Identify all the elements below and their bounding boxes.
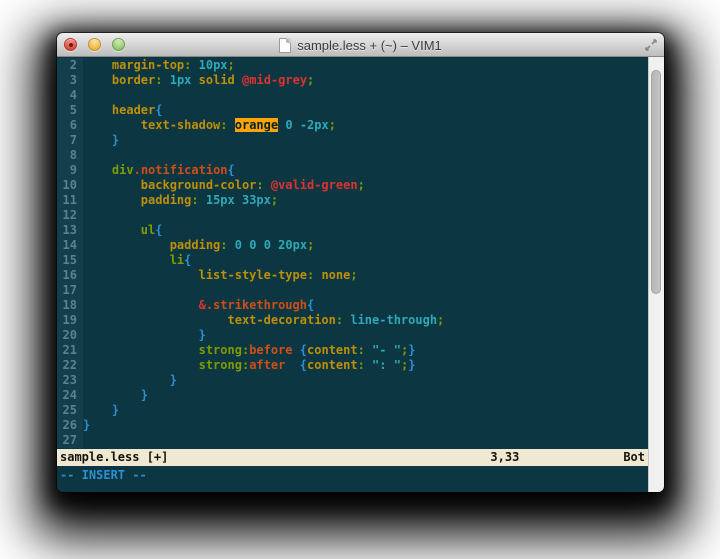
- code-line[interactable]: 22 strong:after {content: ": ";}: [57, 358, 648, 373]
- code-text: [83, 208, 648, 223]
- code-line[interactable]: 26}: [57, 418, 648, 433]
- code-text: text-decoration: line-through;: [83, 313, 648, 328]
- code-line[interactable]: 11 padding: 15px 33px;: [57, 193, 648, 208]
- line-number: 21: [57, 343, 83, 358]
- line-number: 13: [57, 223, 83, 238]
- code-line[interactable]: 12: [57, 208, 648, 223]
- code-line[interactable]: 8: [57, 148, 648, 163]
- code-text: ul{: [83, 223, 648, 238]
- line-number: 2: [57, 58, 83, 73]
- line-number: 20: [57, 328, 83, 343]
- code-text: strong:before {content: "- ";}: [83, 343, 648, 358]
- code-text: }: [83, 388, 648, 403]
- statusline-filename: sample.less [+]: [60, 449, 168, 466]
- code-line[interactable]: 17: [57, 283, 648, 298]
- desktop: sample.less + (~) – VIM1 2 margin-top: 1…: [0, 0, 720, 559]
- line-number: 8: [57, 148, 83, 163]
- window-title: sample.less + (~) – VIM1: [297, 38, 442, 53]
- line-number: 22: [57, 358, 83, 373]
- code-text: [83, 88, 648, 103]
- line-number: 14: [57, 238, 83, 253]
- code-line[interactable]: 18 &.strikethrough{: [57, 298, 648, 313]
- line-number: 17: [57, 283, 83, 298]
- vertical-scrollbar[interactable]: [648, 57, 664, 492]
- line-number: 4: [57, 88, 83, 103]
- line-number: 25: [57, 403, 83, 418]
- line-number: 24: [57, 388, 83, 403]
- code-line[interactable]: 9 div.notification{: [57, 163, 648, 178]
- line-number: 12: [57, 208, 83, 223]
- code-text: border: 1px solid @mid-grey;: [83, 73, 648, 88]
- code-line[interactable]: 3 border: 1px solid @mid-grey;: [57, 73, 648, 88]
- code-line[interactable]: 6 text-shadow: orange 0 -2px;: [57, 118, 648, 133]
- line-number: 15: [57, 253, 83, 268]
- code-text: }: [83, 418, 648, 433]
- code-line[interactable]: 24 }: [57, 388, 648, 403]
- editor-pane: 2 margin-top: 10px;3 border: 1px solid @…: [57, 57, 648, 492]
- code-line[interactable]: 10 background-color: @valid-green;: [57, 178, 648, 193]
- line-number: 18: [57, 298, 83, 313]
- code-text: [83, 148, 648, 163]
- line-number: 7: [57, 133, 83, 148]
- vim-statusline: sample.less [+] 3,33 Bot: [57, 449, 648, 466]
- code-text: }: [83, 373, 648, 388]
- code-lines[interactable]: 2 margin-top: 10px;3 border: 1px solid @…: [57, 57, 648, 449]
- scrollbar-thumb[interactable]: [651, 70, 661, 294]
- line-number: 11: [57, 193, 83, 208]
- code-line[interactable]: 5 header{: [57, 103, 648, 118]
- code-text: strong:after {content: ": ";}: [83, 358, 648, 373]
- code-line[interactable]: 21 strong:before {content: "- ";}: [57, 343, 648, 358]
- code-line[interactable]: 14 padding: 0 0 0 20px;: [57, 238, 648, 253]
- code-text: [83, 283, 648, 298]
- statusline-cursor-position: 3,33: [490, 449, 519, 466]
- line-number: 6: [57, 118, 83, 133]
- code-text: }: [83, 403, 648, 418]
- vim-mode-indicator: -- INSERT --: [57, 466, 648, 492]
- code-text: padding: 0 0 0 20px;: [83, 238, 648, 253]
- code-text: }: [83, 328, 648, 343]
- code-text: &.strikethrough{: [83, 298, 648, 313]
- window-body: 2 margin-top: 10px;3 border: 1px solid @…: [57, 57, 664, 492]
- code-line[interactable]: 4: [57, 88, 648, 103]
- code-line[interactable]: 19 text-decoration: line-through;: [57, 313, 648, 328]
- code-text: background-color: @valid-green;: [83, 178, 648, 193]
- line-number: 26: [57, 418, 83, 433]
- document-icon: [279, 38, 291, 53]
- statusline-spacer: [168, 449, 490, 466]
- code-text: margin-top: 10px;: [83, 58, 648, 73]
- code-text: padding: 15px 33px;: [83, 193, 648, 208]
- code-line[interactable]: 13 ul{: [57, 223, 648, 238]
- statusline-gap: [519, 449, 623, 466]
- window-title-group: sample.less + (~) – VIM1: [57, 33, 664, 57]
- code-text: }: [83, 133, 648, 148]
- vim-window: sample.less + (~) – VIM1 2 margin-top: 1…: [57, 33, 664, 492]
- code-text: text-shadow: orange 0 -2px;: [83, 118, 648, 133]
- code-text: [83, 433, 648, 448]
- line-number: 3: [57, 73, 83, 88]
- code-line[interactable]: 16 list-style-type: none;: [57, 268, 648, 283]
- code-line[interactable]: 20 }: [57, 328, 648, 343]
- code-line[interactable]: 27: [57, 433, 648, 448]
- line-number: 10: [57, 178, 83, 193]
- fullscreen-icon[interactable]: [644, 38, 658, 52]
- line-number: 9: [57, 163, 83, 178]
- code-line[interactable]: 23 }: [57, 373, 648, 388]
- code-text: div.notification{: [83, 163, 648, 178]
- title-bar[interactable]: sample.less + (~) – VIM1: [57, 33, 664, 57]
- line-number: 19: [57, 313, 83, 328]
- statusline-scroll-indicator: Bot: [623, 449, 645, 466]
- code-line[interactable]: 25 }: [57, 403, 648, 418]
- line-number: 23: [57, 373, 83, 388]
- line-number: 16: [57, 268, 83, 283]
- code-line[interactable]: 2 margin-top: 10px;: [57, 58, 648, 73]
- code-text: header{: [83, 103, 648, 118]
- code-text: li{: [83, 253, 648, 268]
- line-number: 27: [57, 433, 83, 448]
- code-text: list-style-type: none;: [83, 268, 648, 283]
- line-number: 5: [57, 103, 83, 118]
- code-line[interactable]: 15 li{: [57, 253, 648, 268]
- code-line[interactable]: 7 }: [57, 133, 648, 148]
